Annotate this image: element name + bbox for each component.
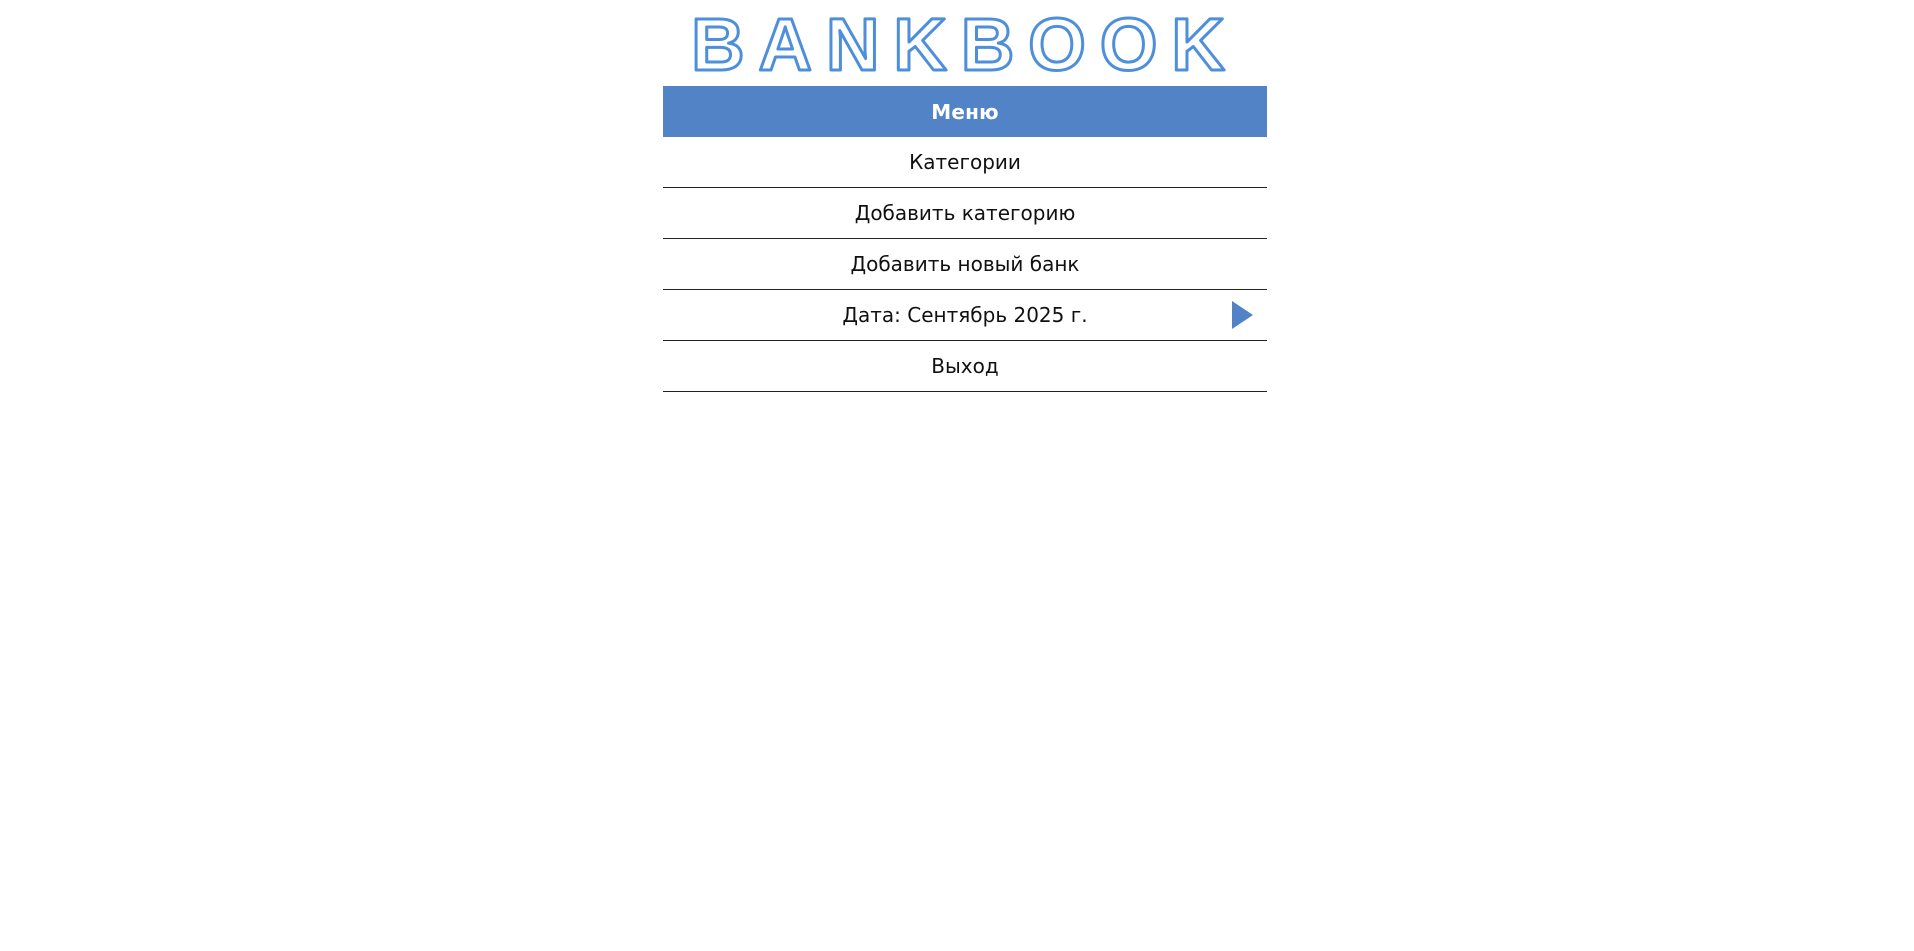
menu-item-label: Добавить новый банк <box>850 252 1080 276</box>
menu-item-label: Дата: Сентябрь 2025 г. <box>842 303 1088 327</box>
menu-item-label: Категории <box>909 150 1021 174</box>
menu-item-date[interactable]: Дата: Сентябрь 2025 г. <box>663 290 1267 341</box>
menu-item-logout[interactable]: Выход <box>663 341 1267 392</box>
logo-graphic: BANKBOOK <box>690 4 1239 84</box>
menu-header: Меню <box>663 86 1267 137</box>
bankbook-logo: BANKBOOK <box>0 4 1914 84</box>
play-arrow-icon[interactable] <box>1232 301 1253 329</box>
main-menu: Меню Категории Добавить категорию Добави… <box>663 86 1267 392</box>
page: BANKBOOK Меню Категории Добавить категор… <box>0 0 1914 951</box>
logo-text: BANKBOOK <box>691 4 1239 84</box>
menu-item-label: Выход <box>931 354 999 378</box>
menu-item-categories[interactable]: Категории <box>663 137 1267 188</box>
menu-item-label: Добавить категорию <box>854 201 1076 225</box>
menu-item-add-bank[interactable]: Добавить новый банк <box>663 239 1267 290</box>
menu-item-add-category[interactable]: Добавить категорию <box>663 188 1267 239</box>
